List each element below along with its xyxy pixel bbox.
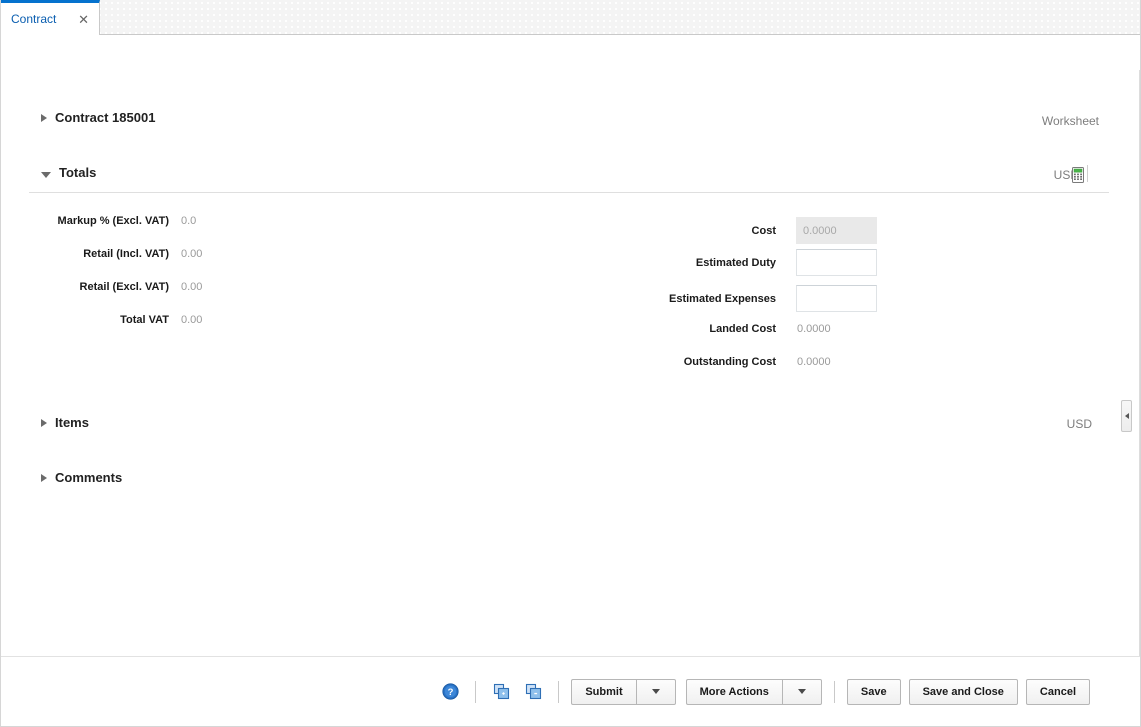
contract-content: Contract 185001 Worksheet Totals USD Mar…	[1, 35, 1140, 656]
field-retail-incl-vat: Retail (Incl. VAT) 0.00	[34, 248, 202, 260]
field-value: 0.00	[181, 314, 203, 326]
items-currency-label: USD	[1066, 417, 1092, 431]
more-actions-split-button: More Actions	[685, 678, 822, 705]
tab-contract-label: Contract	[11, 12, 57, 26]
field-value: 0.0000	[797, 356, 831, 368]
triangle-down-icon	[41, 171, 51, 178]
field-label: Markup % (Excl. VAT)	[57, 215, 169, 227]
save-and-close-button[interactable]: Save and Close	[908, 678, 1018, 705]
totals-divider	[29, 192, 1109, 193]
close-icon[interactable]: ✕	[76, 13, 91, 26]
field-label: Retail (Incl. VAT)	[83, 248, 169, 260]
toolbar-divider	[558, 680, 560, 703]
tab-contract[interactable]: Contract ✕	[1, 0, 100, 35]
items-section-title: Items	[55, 415, 89, 430]
field-label: Landed Cost	[709, 323, 776, 335]
field-value: 0.0	[181, 215, 197, 227]
field-value: 0.00	[181, 248, 203, 260]
page-title: Contract 185001	[55, 110, 156, 125]
totals-section-disclosure[interactable]: Totals	[41, 165, 96, 180]
cost-input: 0.0000	[796, 217, 877, 244]
field-total-vat: Total VAT 0.00	[34, 314, 202, 326]
field-estimated-duty: Estimated Duty	[651, 249, 877, 276]
submit-button[interactable]: Submit	[571, 678, 636, 705]
contract-header-disclosure[interactable]: Contract 185001	[41, 110, 155, 125]
totals-section-title: Totals	[59, 165, 97, 180]
submit-dropdown-button[interactable]	[635, 678, 676, 705]
estimated-expenses-input[interactable]	[796, 285, 877, 312]
toolbar-divider	[475, 680, 477, 703]
field-landed-cost: Landed Cost 0.0000	[651, 323, 831, 335]
collapse-all-icon[interactable]	[520, 679, 546, 705]
status-badge: Worksheet	[1041, 114, 1099, 128]
triangle-right-icon	[41, 473, 47, 482]
footer-toolbar: ? Submit More Actions Save Save and Clos…	[1, 656, 1140, 726]
field-label: Retail (Excl. VAT)	[79, 281, 169, 293]
help-icon[interactable]: ?	[437, 679, 463, 705]
field-retail-excl-vat: Retail (Excl. VAT) 0.00	[34, 281, 203, 293]
comments-section-title: Comments	[55, 470, 123, 485]
items-section-disclosure[interactable]: Items	[41, 415, 89, 430]
chevron-down-icon	[797, 689, 806, 694]
calculator-icon[interactable]	[1068, 165, 1088, 185]
panel-rail	[1139, 70, 1140, 656]
submit-split-button: Submit	[571, 678, 676, 705]
field-cost: Cost 0.0000	[651, 217, 877, 244]
save-button[interactable]: Save	[846, 678, 901, 705]
field-label: Cost	[751, 224, 776, 237]
field-value: 0.0000	[797, 323, 831, 335]
chevron-left-glyph	[1124, 413, 1129, 419]
more-actions-dropdown-button[interactable]	[781, 678, 822, 705]
field-markup-pct-excl-vat: Markup % (Excl. VAT) 0.0	[34, 215, 197, 227]
field-label: Total VAT	[120, 314, 169, 326]
toolbar-divider	[833, 680, 835, 703]
field-label: Estimated Expenses	[669, 292, 776, 305]
chevron-down-icon	[651, 689, 660, 694]
expand-all-icon[interactable]	[488, 679, 514, 705]
estimated-duty-input[interactable]	[796, 249, 877, 276]
field-label: Outstanding Cost	[683, 356, 776, 368]
field-outstanding-cost: Outstanding Cost 0.0000	[651, 356, 831, 368]
chevron-left-icon[interactable]	[1121, 400, 1132, 432]
field-value: 0.00	[181, 281, 203, 293]
field-label: Estimated Duty	[695, 256, 776, 269]
comments-section-disclosure[interactable]: Comments	[41, 470, 122, 485]
triangle-right-icon	[41, 113, 47, 122]
contract-window: Contract ✕ Contract 185001 Worksheet Tot…	[0, 0, 1141, 727]
cancel-button[interactable]: Cancel	[1025, 678, 1090, 705]
field-estimated-expenses: Estimated Expenses	[651, 285, 877, 312]
triangle-right-icon	[41, 418, 47, 427]
more-actions-button[interactable]: More Actions	[685, 678, 782, 705]
svg-text:?: ?	[447, 687, 453, 698]
tab-bar: Contract ✕	[1, 0, 1140, 35]
